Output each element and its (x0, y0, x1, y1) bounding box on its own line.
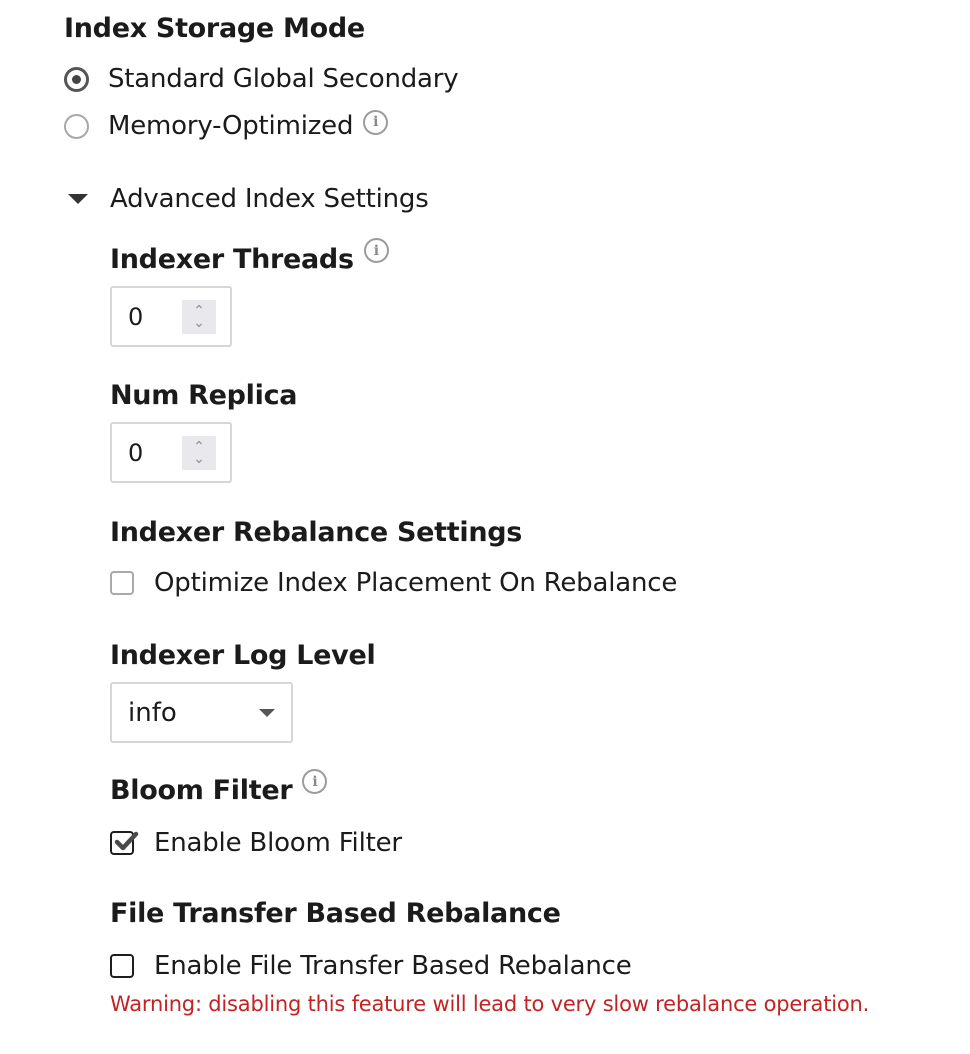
radio-standard-gsi[interactable]: Standard Global Secondary (64, 64, 459, 94)
info-icon[interactable]: i (363, 238, 389, 263)
chevron-down-icon[interactable]: ⌄ (193, 452, 205, 466)
indexer-threads-input[interactable]: 0 ⌃ ⌄ (110, 286, 232, 347)
caret-down-icon (259, 708, 275, 717)
chevron-down-icon[interactable]: ⌄ (193, 316, 205, 330)
spinner[interactable]: ⌃ ⌄ (182, 435, 216, 470)
radio-memory-optimized[interactable]: Memory-Optimized i (64, 109, 389, 141)
checkbox-unchecked-icon[interactable] (110, 954, 134, 978)
info-icon[interactable]: i (363, 109, 389, 135)
spinner[interactable]: ⌃ ⌄ (182, 299, 216, 334)
optimize-placement-checkbox-row[interactable]: Optimize Index Placement On Rebalance (110, 568, 677, 598)
indexer-threads-heading: Indexer Threads i (110, 238, 389, 275)
file-transfer-title: File Transfer Based Rebalance (110, 898, 561, 929)
advanced-settings-label: Advanced Index Settings (110, 184, 429, 214)
info-icon[interactable]: i (302, 769, 328, 794)
radio-memory-label: Memory-Optimized (108, 111, 354, 141)
radio-standard-label: Standard Global Secondary (108, 64, 459, 94)
bloom-filter-checkbox-row[interactable]: Enable Bloom Filter (110, 828, 402, 858)
log-level-select[interactable]: info (110, 682, 293, 743)
advanced-settings-toggle[interactable]: Advanced Index Settings (68, 184, 429, 214)
rebalance-settings-title: Indexer Rebalance Settings (110, 517, 523, 548)
checkmark-icon (114, 831, 139, 851)
storage-mode-title: Index Storage Mode (64, 13, 365, 44)
num-replica-value: 0 (128, 438, 144, 467)
optimize-placement-label: Optimize Index Placement On Rebalance (154, 568, 678, 598)
bloom-filter-heading: Bloom Filter i (110, 769, 328, 806)
radio-checked-icon[interactable] (64, 66, 89, 92)
log-level-label: Indexer Log Level (110, 640, 376, 671)
checkbox-checked-icon[interactable] (110, 831, 139, 855)
indexer-threads-label: Indexer Threads (110, 244, 354, 275)
enable-bloom-filter-label: Enable Bloom Filter (154, 828, 402, 858)
checkbox-unchecked-icon[interactable] (110, 571, 134, 595)
num-replica-input[interactable]: 0 ⌃ ⌄ (110, 422, 232, 483)
num-replica-label: Num Replica (110, 380, 298, 411)
file-transfer-checkbox-row[interactable]: Enable File Transfer Based Rebalance (110, 951, 632, 981)
file-transfer-warning: Warning: disabling this feature will lea… (110, 992, 870, 1016)
indexer-threads-value: 0 (128, 302, 144, 331)
log-level-value: info (128, 697, 177, 728)
bloom-filter-title: Bloom Filter (110, 775, 293, 806)
enable-file-transfer-label: Enable File Transfer Based Rebalance (154, 951, 632, 981)
caret-down-icon (68, 194, 88, 204)
radio-unchecked-icon[interactable] (64, 113, 89, 139)
